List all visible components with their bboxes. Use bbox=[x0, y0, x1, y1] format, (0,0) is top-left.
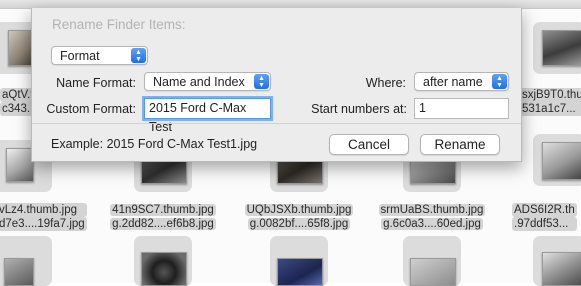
photo-thumbnail bbox=[410, 258, 456, 286]
photo-thumbnail bbox=[6, 148, 34, 182]
popup-arrows-icon: ▲ ▼ bbox=[254, 74, 269, 89]
file-name-label[interactable]: vLz4.thumb.jpg d7e3....19fa7.jpg bbox=[0, 203, 87, 231]
popup-arrows-icon: ▲ ▼ bbox=[131, 48, 146, 63]
file-name-label[interactable]: srmUaBS.thumb.jpg g.6c0a3....60ed.jpg bbox=[377, 203, 487, 231]
rename-mode-popup[interactable]: Format ▲ ▼ bbox=[51, 46, 148, 65]
name-format-label: Name Format: bbox=[56, 76, 136, 90]
name-format-popup[interactable]: Name and Index ▲ ▼ bbox=[144, 72, 271, 91]
file-name-line: g.0082bf....65f8.jpg bbox=[247, 218, 351, 230]
rename-mode-value: Format bbox=[60, 49, 100, 63]
dialog-title: Rename Finder Items: bbox=[52, 17, 186, 32]
file-name-label[interactable]: 41n9SC7.thumb.jpg g.2dd82....ef6b8.jpg bbox=[108, 203, 218, 231]
where-value: after name bbox=[423, 75, 483, 89]
cancel-button[interactable]: Cancel bbox=[329, 134, 409, 155]
start-numbers-label: Start numbers at: bbox=[311, 102, 407, 116]
rename-dialog: Rename Finder Items: Format ▲ ▼ Name Form… bbox=[31, 8, 522, 162]
dialog-divider bbox=[32, 123, 521, 124]
file-name-line: d7e3....19fa7.jpg bbox=[0, 217, 87, 231]
file-name-label[interactable]: ADS6I2R.th .97ddf53... bbox=[512, 203, 577, 231]
name-format-value: Name and Index bbox=[153, 75, 245, 89]
custom-format-input[interactable]: 2015 Ford C-Max Test bbox=[144, 98, 271, 134]
custom-format-label: Custom Format: bbox=[46, 102, 136, 116]
start-numbers-input[interactable]: 1 bbox=[414, 98, 509, 119]
file-name-line: ADS6I2R.th bbox=[512, 203, 577, 217]
where-popup[interactable]: after name ▲ ▼ bbox=[414, 72, 509, 91]
example-filename: Example: 2015 Ford C-Max Test1.jpg bbox=[51, 137, 258, 151]
file-name-label[interactable]: sxjB9T0.thu 531a1c7... bbox=[520, 88, 581, 116]
file-name-line: g.2dd82....ef6b8.jpg bbox=[110, 218, 216, 230]
file-name-line: 531a1c7... bbox=[520, 102, 581, 116]
file-name-line: g.6c0a3....60ed.jpg bbox=[381, 218, 483, 230]
photo-thumbnail bbox=[542, 30, 581, 66]
file-name-line: .97ddf53... bbox=[512, 217, 577, 231]
file-name-label[interactable]: UQbJSXb.thumb.jpg g.0082bf....65f8.jpg bbox=[244, 203, 354, 231]
photo-thumbnail bbox=[542, 142, 581, 180]
where-label: Where: bbox=[365, 76, 406, 90]
photo-thumbnail bbox=[542, 252, 581, 286]
photo-thumbnail bbox=[141, 252, 187, 286]
file-name-line: UQbJSXb.thumb.jpg bbox=[244, 204, 354, 216]
file-name-line: sxjB9T0.thu bbox=[520, 88, 581, 102]
file-name-line: srmUaBS.thumb.jpg bbox=[378, 204, 486, 216]
file-name-line: vLz4.thumb.jpg bbox=[0, 203, 87, 217]
photo-thumbnail bbox=[277, 258, 323, 286]
file-name-line: 41n9SC7.thumb.jpg bbox=[110, 204, 216, 216]
rename-button[interactable]: Rename bbox=[420, 134, 500, 155]
photo-thumbnail bbox=[4, 258, 34, 286]
popup-arrows-icon: ▲ ▼ bbox=[492, 74, 507, 89]
